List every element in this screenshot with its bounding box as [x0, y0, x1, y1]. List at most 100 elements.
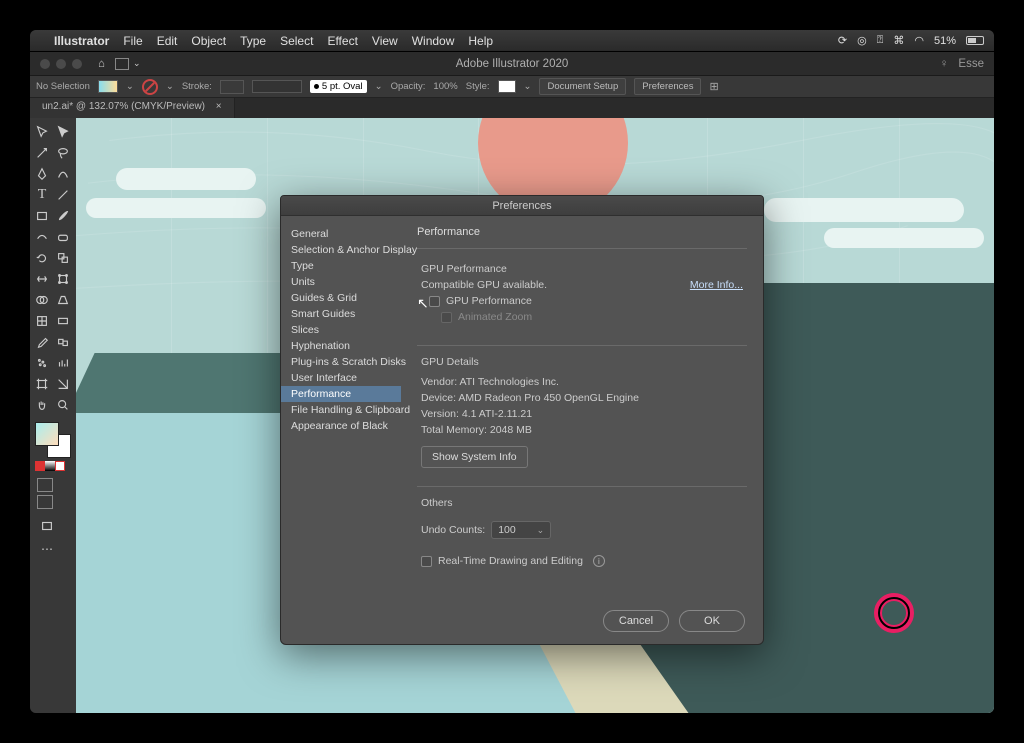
chevron-down-icon[interactable]: ⌄: [166, 81, 174, 92]
gradient-tool-icon[interactable]: [53, 311, 73, 331]
prefs-cat-general[interactable]: General: [281, 226, 401, 242]
version-value: 4.1 ATI-2.11.21: [462, 408, 532, 420]
direct-selection-tool-icon[interactable]: [53, 122, 73, 142]
menu-object[interactable]: Object: [191, 34, 226, 48]
rectangle-tool-icon[interactable]: [32, 206, 52, 226]
scale-tool-icon[interactable]: [53, 248, 73, 268]
workspace-label[interactable]: Esse: [958, 58, 984, 70]
magic-wand-tool-icon[interactable]: [32, 143, 52, 163]
artboard-tool-icon[interactable]: [32, 374, 52, 394]
mesh-tool-icon[interactable]: [32, 311, 52, 331]
graph-tool-icon[interactable]: [53, 353, 73, 373]
menu-effect[interactable]: Effect: [327, 34, 357, 48]
lasso-tool-icon[interactable]: [53, 143, 73, 163]
screen-mode-icon[interactable]: [37, 516, 57, 536]
realtime-drawing-label: Real-Time Drawing and Editing: [438, 555, 583, 567]
window-controls[interactable]: [30, 59, 92, 69]
menu-app[interactable]: Illustrator: [54, 34, 109, 48]
free-transform-tool-icon[interactable]: [53, 269, 73, 289]
cc-icon[interactable]: ◎: [857, 34, 867, 47]
stroke-weight[interactable]: [220, 80, 244, 94]
chevron-down-icon[interactable]: ⌄: [375, 81, 383, 92]
perspective-tool-icon[interactable]: [53, 290, 73, 310]
more-info-link[interactable]: More Info...: [690, 279, 743, 291]
prefs-cat-smart-guides[interactable]: Smart Guides: [281, 306, 401, 322]
hand-tool-icon[interactable]: [32, 395, 52, 415]
animated-zoom-label: Animated Zoom: [458, 311, 532, 323]
search-icon[interactable]: ♀: [940, 58, 949, 70]
line-tool-icon[interactable]: [53, 185, 73, 205]
prefs-cat-type[interactable]: Type: [281, 258, 401, 274]
device-label: Device:: [421, 392, 456, 404]
shape-builder-tool-icon[interactable]: [32, 290, 52, 310]
panel-title: Performance: [417, 226, 747, 238]
menu-window[interactable]: Window: [412, 34, 455, 48]
rotate-tool-icon[interactable]: [32, 248, 52, 268]
gpu-performance-checkbox[interactable]: [429, 296, 440, 307]
document-tab[interactable]: un2.ai* @ 132.07% (CMYK/Preview) ×: [30, 98, 235, 118]
prefs-cat-plugins[interactable]: Plug-ins & Scratch Disks: [281, 354, 401, 370]
undo-counts-select[interactable]: 100: [491, 521, 551, 539]
gpu-details-heading: GPU Details: [421, 356, 743, 368]
brush-select[interactable]: 5 pt. Oval: [310, 80, 367, 93]
width-tool-icon[interactable]: [32, 269, 52, 289]
menu-help[interactable]: Help: [468, 34, 493, 48]
shaper-tool-icon[interactable]: [32, 227, 52, 247]
cancel-button[interactable]: Cancel: [603, 610, 669, 632]
type-tool-icon[interactable]: T: [32, 185, 52, 205]
prefs-cat-units[interactable]: Units: [281, 274, 401, 290]
fill-swatch[interactable]: [98, 80, 118, 93]
home-icon[interactable]: ⌂: [98, 58, 105, 70]
opacity-value[interactable]: 100%: [433, 81, 457, 92]
prefs-cat-selection[interactable]: Selection & Anchor Display: [281, 242, 401, 258]
prefs-content: Performance GPU Performance Compatible G…: [401, 216, 763, 598]
ok-button[interactable]: OK: [679, 610, 745, 632]
wifi-icon[interactable]: ◠: [914, 34, 924, 47]
chevron-down-icon[interactable]: ⌄: [126, 81, 134, 92]
preferences-button[interactable]: Preferences: [634, 78, 701, 95]
user-icon[interactable]: ⍰: [877, 34, 884, 47]
prefs-cat-file-handling[interactable]: File Handling & Clipboard: [281, 402, 401, 418]
curvature-tool-icon[interactable]: [53, 164, 73, 184]
symbol-sprayer-tool-icon[interactable]: [32, 353, 52, 373]
eyedropper-tool-icon[interactable]: [32, 332, 52, 352]
pen-tool-icon[interactable]: [32, 164, 52, 184]
eraser-tool-icon[interactable]: [53, 227, 73, 247]
chevron-down-icon[interactable]: ⌄: [524, 81, 532, 92]
others-heading: Others: [421, 497, 743, 509]
color-mode-icons[interactable]: [35, 461, 74, 471]
style-label: Style:: [466, 81, 490, 92]
draw-mode-icons[interactable]: [37, 478, 74, 509]
blend-tool-icon[interactable]: [53, 332, 73, 352]
chevron-down-icon[interactable]: ⌄: [133, 58, 141, 69]
prefs-cat-ui[interactable]: User Interface: [281, 370, 401, 386]
info-icon[interactable]: i: [593, 555, 605, 567]
menu-file[interactable]: File: [123, 34, 142, 48]
prefs-cat-slices[interactable]: Slices: [281, 322, 401, 338]
sync-icon[interactable]: ⟳: [838, 34, 847, 47]
menu-view[interactable]: View: [372, 34, 398, 48]
edit-toolbar-icon[interactable]: ⋯: [37, 539, 57, 559]
prefs-cat-hyphenation[interactable]: Hyphenation: [281, 338, 401, 354]
realtime-drawing-checkbox[interactable]: [421, 556, 432, 567]
fill-stroke-swatches[interactable]: [35, 422, 71, 458]
selection-tool-icon[interactable]: [32, 122, 52, 142]
zoom-tool-icon[interactable]: [53, 395, 73, 415]
stroke-profile[interactable]: [252, 80, 302, 93]
style-swatch[interactable]: [498, 80, 516, 93]
prefs-cat-performance[interactable]: Performance: [281, 386, 401, 402]
document-setup-button[interactable]: Document Setup: [539, 78, 626, 95]
align-icon[interactable]: ⊞: [709, 80, 718, 93]
menu-edit[interactable]: Edit: [157, 34, 178, 48]
arrange-icon[interactable]: [115, 58, 129, 70]
prefs-cat-black[interactable]: Appearance of Black: [281, 418, 401, 434]
paintbrush-tool-icon[interactable]: [53, 206, 73, 226]
slice-tool-icon[interactable]: [53, 374, 73, 394]
no-stroke-icon[interactable]: [142, 79, 158, 95]
prefs-cat-guides[interactable]: Guides & Grid: [281, 290, 401, 306]
show-system-info-button[interactable]: Show System Info: [421, 446, 528, 468]
menu-select[interactable]: Select: [280, 34, 313, 48]
bluetooth-icon[interactable]: ⌘: [893, 34, 904, 47]
close-icon[interactable]: ×: [216, 101, 222, 112]
menu-type[interactable]: Type: [240, 34, 266, 48]
